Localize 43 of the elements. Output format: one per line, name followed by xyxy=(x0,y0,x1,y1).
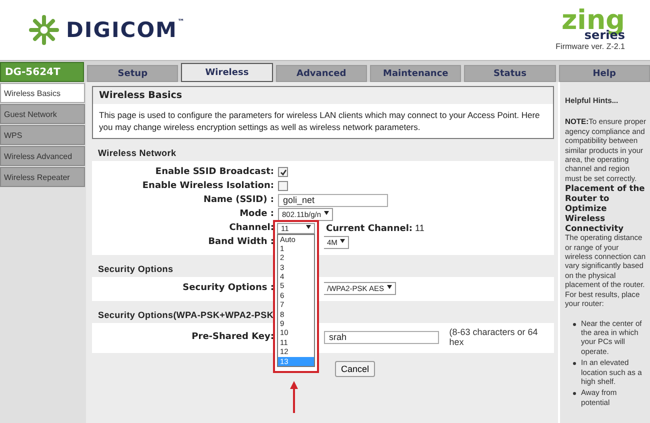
nav-tab[interactable]: Setup xyxy=(87,65,178,82)
field-label: Band Width : xyxy=(208,237,275,247)
model-label: DG-5624T xyxy=(0,62,84,82)
sidebar-item[interactable]: Wireless Repeater xyxy=(0,167,85,187)
input-field[interactable]: srah xyxy=(324,330,440,344)
sidebar-item[interactable]: Guest Network xyxy=(0,104,85,124)
sidebar-item[interactable]: Wireless Advanced xyxy=(0,146,85,166)
field-label: Security Options : xyxy=(182,283,275,293)
field-label: Enable SSID Broadcast: xyxy=(155,167,275,177)
arrow-icon xyxy=(290,380,298,412)
input-field[interactable]: goli_net xyxy=(278,194,388,206)
nav-tab[interactable]: Status xyxy=(464,65,556,82)
sidebar-item[interactable]: WPS xyxy=(0,125,85,145)
firmware-version: Firmware ver. Z-2.1 xyxy=(556,42,625,50)
status-text: Current Channel: 11 xyxy=(326,222,424,234)
checkbox[interactable] xyxy=(278,167,288,177)
field-hint: (8-63 characters or 64 hex xyxy=(449,327,539,347)
caret-icon xyxy=(306,225,311,229)
caret-icon xyxy=(386,285,392,289)
checkbox[interactable] xyxy=(278,181,288,191)
nav-tab[interactable]: Maintenance xyxy=(370,65,462,82)
nav-tab[interactable]: Advanced xyxy=(276,65,367,82)
hint-heading: Placement of the Router to Optimize Wireless Connectivity xyxy=(565,183,646,234)
nav-tab[interactable]: Help xyxy=(558,65,650,82)
cancel-button[interactable]: Cancel xyxy=(334,361,375,377)
caret-icon xyxy=(324,211,330,215)
description: This page is used to configure the parameters for wireless LAN clients which may connect to your Access Point. Here you may change wireless encryption settings as well as wireless network parameters. xyxy=(98,109,541,134)
bullet-icon xyxy=(573,392,576,396)
section-title: Security Options(WPA-PSK+WPA2-PSK xyxy=(98,310,274,320)
caret-icon xyxy=(340,239,346,243)
field-label: Enable Wireless Isolation: xyxy=(142,181,275,191)
sidebar-item[interactable]: Wireless Basics xyxy=(0,83,85,103)
field-label: Channel: xyxy=(229,223,275,233)
field-label: Name (SSID) : xyxy=(203,195,275,205)
field-label: Mode : xyxy=(240,209,275,219)
logo-icon xyxy=(28,14,60,46)
bullet-icon xyxy=(573,322,576,326)
field-label: Pre-Shared Key: xyxy=(192,332,275,342)
section-title: Wireless Network xyxy=(98,148,176,158)
bullet-icon xyxy=(573,362,576,366)
nav-tab[interactable]: Wireless xyxy=(181,63,273,82)
section-title: Wireless Basics xyxy=(93,87,553,104)
section-title: Security Options xyxy=(98,264,174,274)
